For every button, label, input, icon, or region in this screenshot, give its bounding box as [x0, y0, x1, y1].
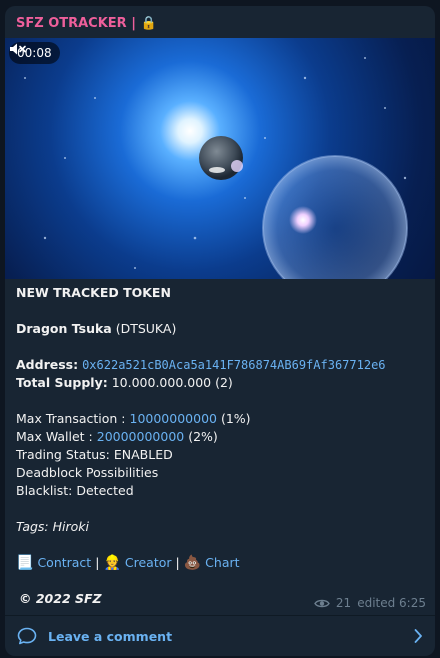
contract-address[interactable]: 0x622a521cB0Aca5a141F786874AB69fAf367712… — [82, 358, 385, 372]
max-transaction-value[interactable]: 10000000000 — [130, 411, 217, 426]
chevron-right-icon — [414, 629, 422, 643]
creator-icon: 👷 — [103, 555, 121, 571]
token-name-line: Dragon Tsuka (DTSUKA) — [16, 320, 428, 338]
view-count: 21 — [335, 596, 352, 610]
max-wallet-label: Max Wallet : — [16, 429, 93, 444]
deadblock-note: Deadblock Possibilities — [16, 465, 159, 480]
token-name: Dragon Tsuka — [16, 321, 112, 336]
max-transaction-percent: (1%) — [220, 411, 251, 426]
contract-link[interactable]: Contract — [37, 554, 91, 572]
channel-separator: | — [131, 16, 136, 31]
edited-timestamp: edited 6:25 — [357, 596, 426, 610]
total-supply-value: 10.000.000.000 (2) — [111, 375, 233, 390]
leave-comment-label: Leave a comment — [48, 629, 173, 644]
video-time-badge[interactable]: 00:08 — [9, 42, 60, 64]
total-supply-label: Total Supply: — [16, 375, 108, 390]
tags-line: Tags: Hiroki — [16, 519, 89, 534]
eye-icon — [314, 599, 330, 607]
message-body: NEW TRACKED TOKEN Dragon Tsuka (DTSUKA) … — [16, 284, 428, 608]
max-wallet-line: Max Wallet : 20000000000 (2%) — [16, 428, 428, 446]
token-symbol: (DTSUKA) — [115, 321, 177, 336]
post-meta: 21 edited 6:25 — [314, 596, 426, 610]
link-separator: | — [95, 555, 100, 570]
channel-header[interactable]: SFZ OTRACKER | 🔒 — [16, 16, 157, 31]
lock-icon: 🔒 — [140, 16, 157, 31]
channel-name[interactable]: SFZ OTRACKER — [16, 16, 127, 31]
max-transaction-label: Max Transaction : — [16, 411, 126, 426]
max-wallet-value[interactable]: 20000000000 — [97, 429, 184, 444]
link-separator: | — [175, 555, 180, 570]
max-wallet-percent: (2%) — [188, 429, 218, 444]
muted-speaker-icon[interactable] — [9, 42, 27, 56]
address-label: Address: — [16, 357, 79, 372]
video-player[interactable]: 00:08 — [5, 38, 435, 279]
comment-bubble-icon — [17, 627, 37, 645]
chart-link[interactable]: Chart — [205, 554, 239, 572]
creator-link[interactable]: Creator — [125, 554, 172, 572]
video-frame — [24, 57, 408, 279]
message-heading: NEW TRACKED TOKEN — [16, 285, 171, 300]
max-transaction-line: Max Transaction : 10000000000 (1%) — [16, 410, 428, 428]
links-row: 📃 Contract | 👷 Creator | 💩 Chart — [16, 554, 428, 572]
channel-post-card: SFZ OTRACKER | 🔒 00:08 NEW TRACKED TOKEN… — [5, 6, 435, 656]
contract-icon: 📃 — [16, 555, 34, 571]
blacklist-status: Blacklist: Detected — [16, 483, 134, 498]
total-supply-line: Total Supply: 10.000.000.000 (2) — [16, 374, 428, 392]
leave-comment-button[interactable]: Leave a comment — [5, 615, 435, 656]
trading-status: Trading Status: ENABLED — [16, 447, 173, 462]
chart-icon: 💩 — [183, 555, 202, 571]
address-line: Address: 0x622a521cB0Aca5a141F786874AB69… — [16, 356, 428, 374]
